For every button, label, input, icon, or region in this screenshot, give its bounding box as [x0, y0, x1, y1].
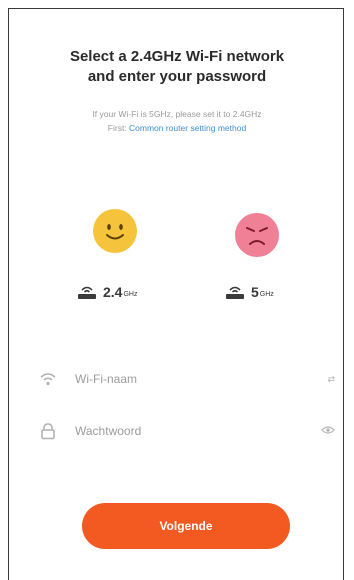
band-2-4-value: 2.4: [103, 284, 123, 300]
wifi-name-field[interactable]: Wi-Fi-naam ⇄: [39, 367, 335, 391]
switch-network-icon[interactable]: ⇄: [311, 374, 335, 385]
band-2-4-unit: GHz: [123, 291, 138, 298]
band-5-value: 5: [251, 284, 259, 300]
router-setting-link[interactable]: Common router setting method: [129, 123, 246, 133]
page-title: Select a 2.4GHz Wi-Fi network and enter …: [9, 47, 345, 87]
band-5-unit: GHz: [259, 291, 274, 298]
router-icon: [78, 286, 96, 299]
wifi-name-input[interactable]: Wi-Fi-naam: [75, 372, 311, 386]
router-icon: [226, 286, 244, 299]
wifi-icon: [39, 370, 57, 388]
lock-icon: [39, 422, 57, 440]
hint-prefix: First:: [107, 123, 130, 133]
hint-line-1: If your Wi-Fi is 5GHz, please set it to …: [92, 109, 262, 119]
password-field[interactable]: Wachtwoord: [39, 419, 335, 443]
title-line-1: Select a 2.4GHz Wi-Fi network: [69, 48, 285, 65]
screen-frame: Select a 2.4GHz Wi-Fi network and enter …: [8, 8, 344, 580]
password-input[interactable]: Wachtwoord: [75, 424, 311, 438]
band-2-4ghz: 2.4 GHz: [77, 281, 137, 303]
title-line-2: and enter your password: [87, 68, 267, 85]
next-button-label: Volgende: [159, 519, 213, 533]
band-5ghz: 5 GHz: [225, 281, 274, 303]
eye-icon[interactable]: [311, 425, 335, 437]
sad-face-icon: [235, 213, 279, 257]
next-button[interactable]: Volgende: [82, 503, 290, 549]
happy-face-icon: [93, 209, 137, 253]
frequency-hint: If your Wi-Fi is 5GHz, please set it to …: [9, 107, 345, 135]
hint-line-2: First: Common router setting method: [9, 121, 345, 135]
